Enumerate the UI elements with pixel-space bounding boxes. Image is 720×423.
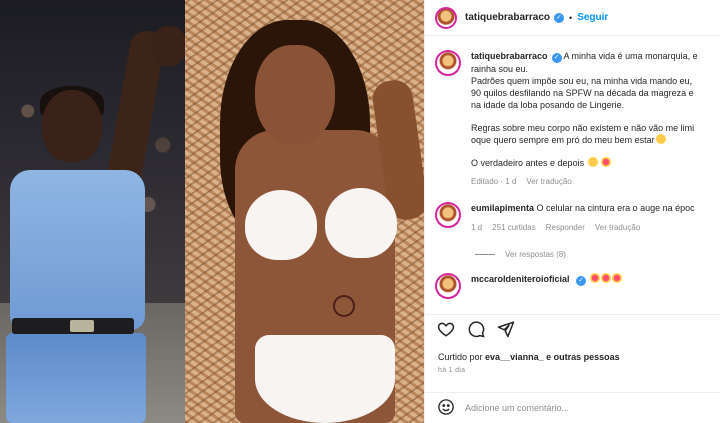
- replies-divider: [475, 254, 495, 255]
- post-header: tatiquebrabarraco ✓ • Seguir: [425, 0, 720, 36]
- share-button[interactable]: [497, 320, 515, 340]
- comment-username[interactable]: mccaroldeniteroioficial: [471, 274, 570, 284]
- heart-eyes-icon: [601, 157, 612, 167]
- liked-by-user[interactable]: eva__vianna_: [485, 352, 544, 362]
- smiley-icon: [438, 399, 454, 415]
- caption: tatiquebrabarraco ✓ A minha vida é uma mo…: [425, 44, 720, 188]
- heart-eyes-icon: [589, 273, 600, 283]
- before-photo: [0, 0, 185, 423]
- avatar[interactable]: [435, 50, 461, 76]
- comment: eumilapimenta O celular na cintura era o…: [425, 188, 720, 234]
- comment: mccaroldeniteroioficial ✓: [425, 259, 720, 299]
- avatar[interactable]: [435, 202, 461, 228]
- liked-by-others[interactable]: e outras pessoas: [546, 352, 620, 362]
- model-face: [42, 90, 102, 162]
- emoji-button[interactable]: [437, 398, 455, 418]
- comment-icon: [468, 320, 485, 338]
- caption-line: oque quero sempre em pró do meu bem esta…: [471, 135, 655, 145]
- lingerie-top-right: [325, 188, 397, 258]
- caption-username[interactable]: tatiquebrabarraco: [471, 51, 548, 61]
- avatar[interactable]: [435, 6, 457, 29]
- comments-list[interactable]: tatiquebrabarraco ✓ A minha vida é uma mo…: [425, 44, 720, 314]
- denim-skirt: [6, 333, 146, 423]
- caption-line: Padrões quem impõe sou eu, na minha vida…: [471, 76, 693, 86]
- avatar[interactable]: [435, 273, 461, 299]
- likes-summary: Curtido por eva__vianna_ e outras pessoa…: [438, 352, 620, 362]
- comment-age: 1 d: [471, 223, 483, 232]
- comment-text: O celular na cintura era o auge na époc: [536, 203, 695, 213]
- post-photo[interactable]: [0, 0, 424, 423]
- lingerie-bottom: [255, 335, 395, 423]
- comment-likes[interactable]: 251 curtidas: [492, 222, 536, 234]
- header-username[interactable]: tatiquebrabarraco: [465, 12, 550, 23]
- caption-line: A minha vida é uma monarquia, e: [563, 51, 698, 61]
- sparkles-icon: [655, 134, 666, 144]
- belt-buckle: [70, 320, 94, 332]
- denim-top: [10, 170, 145, 330]
- lingerie-top-left: [245, 190, 317, 260]
- verified-badge-icon: ✓: [554, 12, 565, 23]
- liked-by-prefix: Curtido por: [438, 352, 483, 362]
- caption-line: rainha sou eu.: [471, 64, 529, 74]
- like-button[interactable]: [437, 320, 455, 340]
- comment-username[interactable]: eumilapimenta: [471, 203, 534, 213]
- comment-button[interactable]: [467, 320, 485, 340]
- heart-eyes-icon: [600, 273, 611, 283]
- reply-button[interactable]: Responder: [546, 222, 585, 234]
- translate-link[interactable]: Ver tradução: [526, 176, 571, 188]
- grinning-face-icon: [587, 157, 598, 167]
- share-icon: [497, 321, 515, 337]
- follow-button[interactable]: Seguir: [577, 12, 608, 23]
- add-comment-input[interactable]: [465, 403, 705, 413]
- post-timestamp: há 1 dia: [438, 367, 466, 374]
- caption-line: 90 quilos desfilando na SPFW na década d…: [471, 88, 694, 98]
- separator: •: [569, 12, 573, 23]
- raised-fist: [152, 26, 185, 66]
- heart-eyes-icon: [611, 273, 622, 283]
- add-comment-bar: [425, 392, 720, 423]
- view-replies-button[interactable]: Ver respostas (8): [475, 250, 720, 259]
- verified-badge-icon: ✓: [551, 53, 562, 63]
- caption-line: O verdadeiro antes e depois: [471, 158, 585, 168]
- model-face: [255, 45, 335, 145]
- action-bar: [425, 314, 720, 344]
- belly-tattoo: [333, 295, 355, 317]
- post-sidebar: tatiquebrabarraco ✓ • Seguir tatiquebrab…: [424, 0, 720, 423]
- view-replies-label: Ver respostas (8): [505, 250, 566, 259]
- verified-badge-icon: ✓: [576, 276, 587, 286]
- translate-link[interactable]: Ver tradução: [595, 222, 640, 234]
- caption-line: Regras sobre meu corpo não existem e não…: [471, 123, 695, 133]
- edited-label: Editado · 1 d: [471, 177, 517, 186]
- caption-line: na idade da loba posando de Lingerie.: [471, 100, 625, 110]
- after-photo: [185, 0, 424, 423]
- heart-icon: [437, 322, 455, 337]
